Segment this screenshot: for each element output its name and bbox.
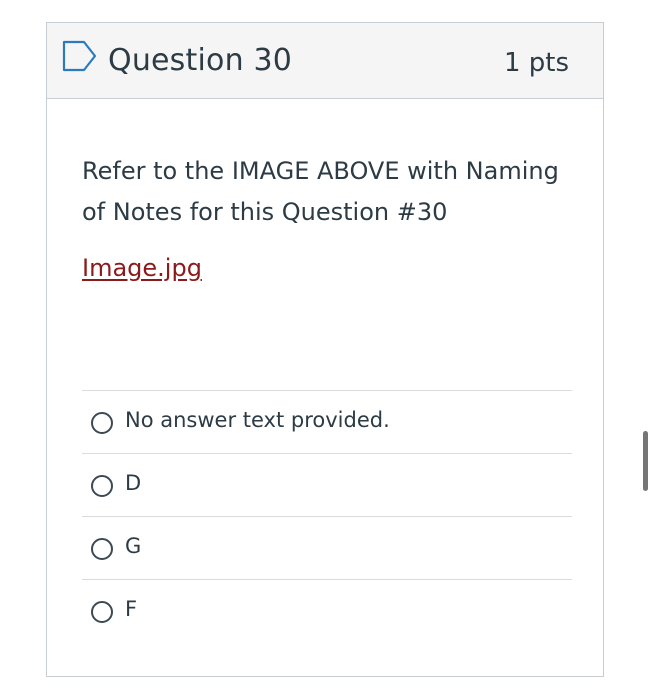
scrollbar-thumb[interactable]: [643, 431, 648, 491]
answer-label: D: [125, 471, 142, 495]
answer-label: No answer text provided.: [125, 408, 390, 432]
radio-button[interactable]: [91, 412, 113, 434]
answer-option-3[interactable]: G: [82, 516, 572, 579]
question-header: Question 30 1 pts: [47, 23, 603, 99]
answer-option-1[interactable]: No answer text provided.: [82, 390, 572, 453]
question-text: Refer to the IMAGE ABOVE with Naming of …: [82, 157, 559, 226]
question-title: Question 30: [108, 43, 293, 78]
question-card: Question 30 1 pts Refer to the IMAGE ABO…: [46, 22, 604, 677]
question-points: 1 pts: [503, 48, 569, 78]
answer-option-4[interactable]: F: [82, 579, 572, 642]
answer-list: No answer text provided. D G F: [82, 390, 572, 642]
flag-question-icon[interactable]: [62, 40, 98, 72]
radio-button[interactable]: [91, 475, 113, 497]
answer-label: G: [125, 534, 142, 558]
radio-button[interactable]: [91, 538, 113, 560]
answer-option-2[interactable]: D: [82, 453, 572, 516]
image-link[interactable]: Image.jpg: [82, 252, 202, 284]
radio-button[interactable]: [91, 601, 113, 623]
answer-label: F: [125, 597, 138, 621]
